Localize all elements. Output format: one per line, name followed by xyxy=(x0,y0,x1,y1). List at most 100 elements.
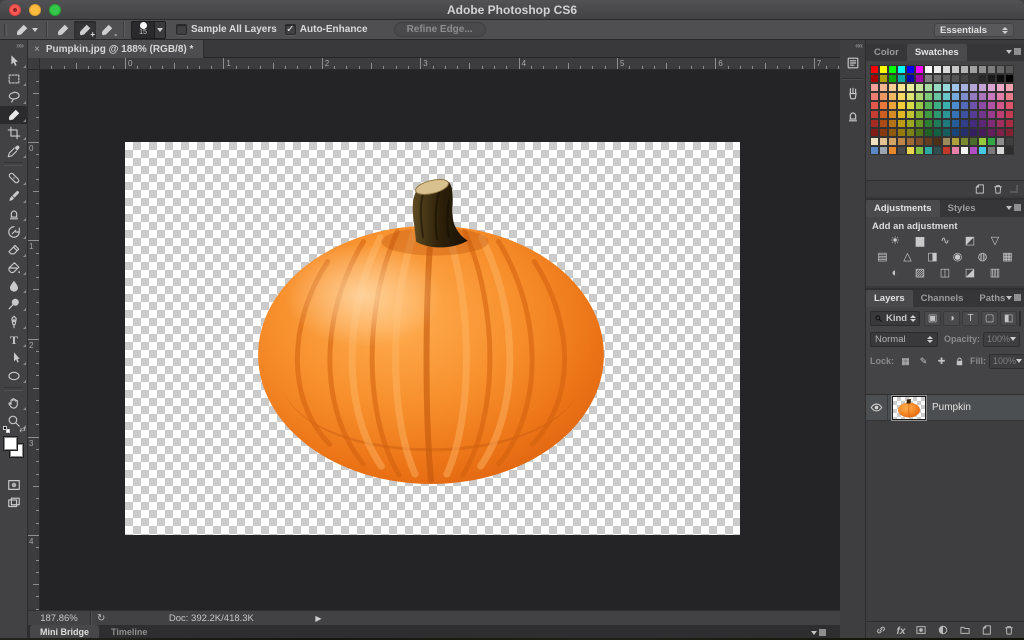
color-swatch[interactable] xyxy=(942,74,951,83)
color-swatch[interactable] xyxy=(906,137,915,146)
clone-source-panel-icon[interactable] xyxy=(840,105,866,127)
color-swatch[interactable] xyxy=(888,128,897,137)
hue-saturation-icon[interactable]: ▤ xyxy=(874,249,892,264)
color-swatch[interactable] xyxy=(897,128,906,137)
color-swatch[interactable] xyxy=(996,119,1005,128)
color-swatch[interactable] xyxy=(996,83,1005,92)
color-swatch[interactable] xyxy=(915,83,924,92)
history-panel-icon[interactable] xyxy=(840,52,866,74)
collapse-dock-icon[interactable]: «« xyxy=(840,40,865,52)
layer-name[interactable]: Pumpkin xyxy=(932,402,971,413)
color-swatch[interactable] xyxy=(969,65,978,74)
tab-adjustments[interactable]: Adjustments xyxy=(866,200,940,217)
color-swatch[interactable] xyxy=(897,83,906,92)
transparent-artboard[interactable] xyxy=(125,142,740,535)
panel-menu-icon[interactable] xyxy=(1006,294,1021,301)
color-swatch[interactable] xyxy=(906,101,915,110)
color-swatch[interactable] xyxy=(978,137,987,146)
color-swatch[interactable] xyxy=(870,65,879,74)
brush-tool[interactable] xyxy=(0,187,28,205)
dodge-tool[interactable] xyxy=(0,295,28,313)
color-swatch[interactable] xyxy=(924,128,933,137)
color-swatch[interactable] xyxy=(960,128,969,137)
curves-icon[interactable]: ∿ xyxy=(936,233,954,248)
new-group-icon[interactable] xyxy=(959,624,971,636)
invert-icon[interactable]: ◐ xyxy=(886,265,904,280)
lock-paint-icon[interactable]: ✎ xyxy=(916,354,931,368)
color-swatch[interactable] xyxy=(897,137,906,146)
color-swatch[interactable] xyxy=(888,101,897,110)
color-swatch[interactable] xyxy=(915,101,924,110)
color-swatch[interactable] xyxy=(897,119,906,128)
color-lookup-icon[interactable]: ▦ xyxy=(999,249,1017,264)
color-swatch[interactable] xyxy=(942,119,951,128)
color-swatch[interactable] xyxy=(888,65,897,74)
tab-mini-bridge[interactable]: Mini Bridge xyxy=(30,625,99,638)
brush-size-picker[interactable]: 15 xyxy=(131,20,166,39)
lock-position-icon[interactable]: ✚ xyxy=(934,354,949,368)
color-swatch[interactable] xyxy=(951,101,960,110)
document-tab[interactable]: × Pumpkin.jpg @ 188% (RGB/8) * xyxy=(28,40,205,58)
color-swatch[interactable] xyxy=(915,119,924,128)
color-swatch[interactable] xyxy=(978,74,987,83)
color-swatch[interactable] xyxy=(870,137,879,146)
channel-mixer-icon[interactable]: ◍ xyxy=(974,249,992,264)
color-swatch[interactable] xyxy=(978,65,987,74)
tab-timeline[interactable]: Timeline xyxy=(101,625,157,638)
color-swatch[interactable] xyxy=(924,65,933,74)
color-swatch[interactable] xyxy=(915,92,924,101)
color-swatch[interactable] xyxy=(879,128,888,137)
brush-size-caret[interactable] xyxy=(155,20,166,39)
color-swatch[interactable] xyxy=(915,146,924,155)
color-swatch[interactable] xyxy=(987,74,996,83)
color-swatch[interactable] xyxy=(870,101,879,110)
layer-filter-toggle[interactable] xyxy=(1019,310,1022,326)
color-swatch[interactable] xyxy=(951,128,960,137)
panel-menu-icon[interactable] xyxy=(1006,48,1021,55)
lock-transparency-icon[interactable]: ▦ xyxy=(898,354,913,368)
swap-colors-icon[interactable]: ⇄ xyxy=(19,425,26,434)
color-swatch[interactable] xyxy=(960,110,969,119)
color-swatch[interactable] xyxy=(942,137,951,146)
paint-bucket-tool[interactable] xyxy=(0,259,28,277)
eraser-tool[interactable] xyxy=(0,241,28,259)
color-swatch[interactable] xyxy=(987,83,996,92)
color-swatch[interactable] xyxy=(960,137,969,146)
color-swatch[interactable] xyxy=(933,146,942,155)
lasso-tool[interactable] xyxy=(0,88,28,106)
color-swatch[interactable] xyxy=(978,101,987,110)
color-swatch[interactable] xyxy=(933,92,942,101)
brightness-contrast-icon[interactable]: ☀ xyxy=(886,233,904,248)
default-colors-icon[interactable] xyxy=(3,426,12,433)
color-swatch[interactable] xyxy=(870,110,879,119)
color-swatch[interactable] xyxy=(906,92,915,101)
panel-menu-icon[interactable] xyxy=(811,629,826,636)
posterize-icon[interactable]: ▨ xyxy=(911,265,929,280)
color-swatch[interactable] xyxy=(978,119,987,128)
color-swatch[interactable] xyxy=(996,128,1005,137)
lock-all-icon[interactable] xyxy=(952,354,967,368)
color-swatch[interactable] xyxy=(870,92,879,101)
color-swatch[interactable] xyxy=(996,137,1005,146)
blend-mode-select[interactable]: Normal xyxy=(870,331,938,347)
color-swatch[interactable] xyxy=(924,110,933,119)
color-swatch[interactable] xyxy=(879,119,888,128)
color-swatch[interactable] xyxy=(897,101,906,110)
add-to-selection-button[interactable]: + xyxy=(74,20,96,39)
color-swatch[interactable] xyxy=(924,92,933,101)
layer-filter-kind-select[interactable]: Kind xyxy=(870,310,921,326)
filter-smart-objects-icon[interactable]: ◧ xyxy=(1000,310,1018,326)
eyedropper-tool[interactable] xyxy=(0,142,28,160)
color-swatch[interactable] xyxy=(942,146,951,155)
hand-tool[interactable] xyxy=(0,394,28,412)
color-swatch[interactable] xyxy=(906,65,915,74)
color-swatch[interactable] xyxy=(879,92,888,101)
color-swatch[interactable] xyxy=(951,74,960,83)
color-swatch[interactable] xyxy=(888,146,897,155)
color-swatch[interactable] xyxy=(942,65,951,74)
tab-channels[interactable]: Channels xyxy=(913,290,972,307)
color-swatch[interactable] xyxy=(915,137,924,146)
screen-mode-button[interactable] xyxy=(7,496,21,510)
color-swatch[interactable] xyxy=(960,101,969,110)
quick-selection-tool[interactable] xyxy=(0,106,28,124)
